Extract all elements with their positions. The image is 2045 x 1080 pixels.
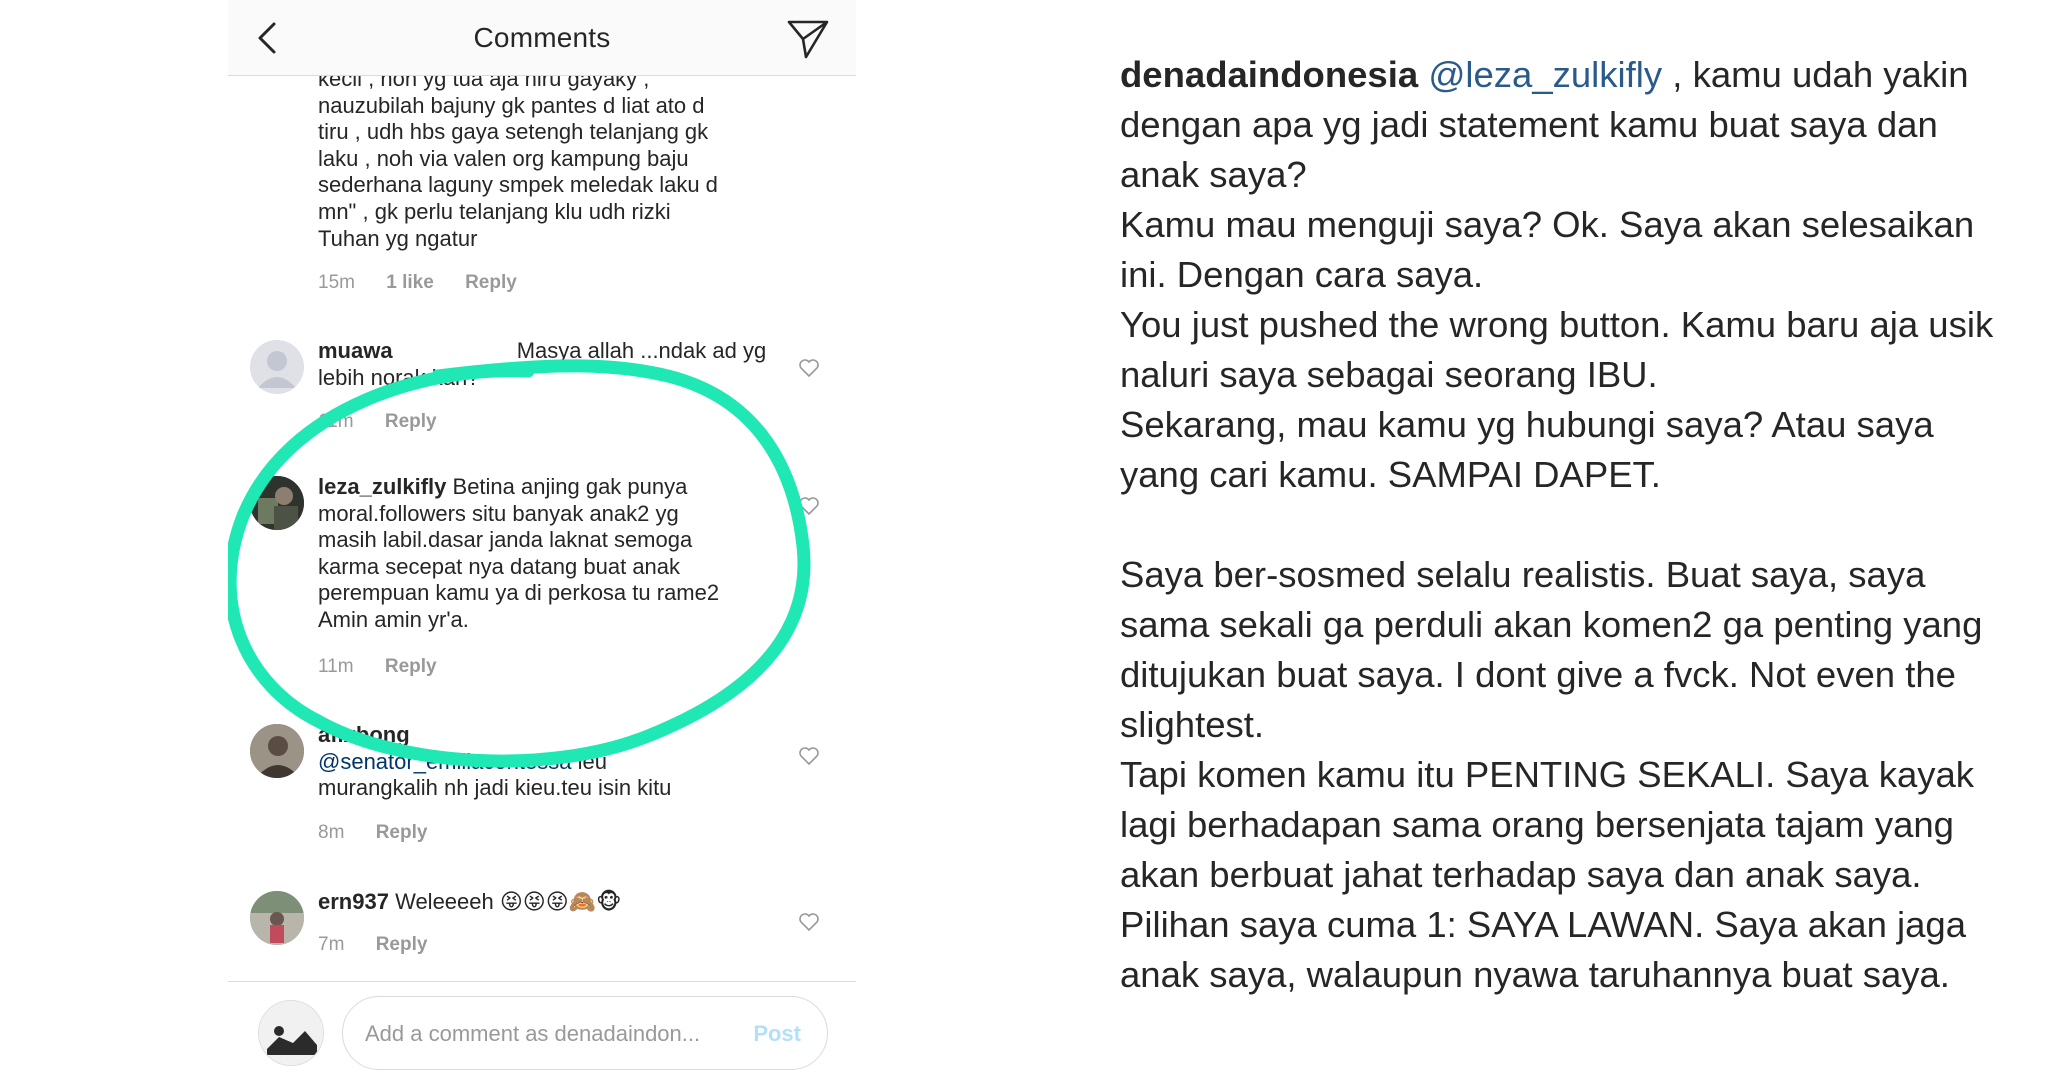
comment-meta: 7m Reply xyxy=(318,934,427,956)
caption-username[interactable]: denadaindonesia xyxy=(1120,54,1418,95)
heart-icon[interactable] xyxy=(798,358,820,378)
mention-link[interactable]: @senator_emiliacontessa xyxy=(318,749,571,774)
avatar[interactable] xyxy=(250,891,304,945)
reply-button[interactable]: Reply xyxy=(376,822,428,844)
caption-line: Pilihan saya cuma 1: SAYA LAWAN. Saya ak… xyxy=(1120,904,1967,945)
heart-icon[interactable] xyxy=(798,912,820,932)
avatar xyxy=(258,1000,324,1066)
comment-meta: 11m Reply xyxy=(318,656,437,678)
comment-likes[interactable]: 1 like xyxy=(386,272,434,294)
caption-line: You just pushed the wrong button. Kamu b… xyxy=(1120,304,1994,345)
comment-username[interactable]: ern937 xyxy=(318,889,389,914)
comments-list: kecil , noh yg tua aja niru gayaky , nau… xyxy=(228,76,856,981)
comment-text: leza_zulkifly Betina anjing gak punya mo… xyxy=(318,474,720,632)
comment-input[interactable]: Add a comment as denadaindon... Post xyxy=(342,996,828,1070)
user-photo-icon xyxy=(250,891,304,945)
divider xyxy=(228,981,856,982)
caption-line: Saya ber-sosmed selalu realistis. Buat s… xyxy=(1120,554,1926,595)
avatar[interactable] xyxy=(250,724,304,778)
paper-plane-icon[interactable] xyxy=(786,18,830,60)
instagram-comments-screen: Comments kecil , noh yg tua aja niru gay… xyxy=(228,0,856,1080)
comment-meta: 11m Reply xyxy=(318,411,437,433)
comments-header: Comments xyxy=(228,0,856,76)
caption-line: anak saya, walaupun nyawa taruhannya bua… xyxy=(1120,954,1950,995)
caption-line: Kamu mau menguji saya? Ok. Saya akan sel… xyxy=(1120,204,1975,245)
comment-meta: 15m 1 like Reply xyxy=(318,272,517,294)
reply-button[interactable]: Reply xyxy=(376,934,428,956)
post-button[interactable]: Post xyxy=(753,1021,801,1047)
comment-username[interactable]: muawa xyxy=(318,338,393,363)
user-photo-icon xyxy=(259,1001,323,1065)
caption-line: akan berbuat jahat terhadap saya dan ana… xyxy=(1120,854,1922,895)
comment-text: muawa Masya allah ...ndak ad yg lebih no… xyxy=(318,338,767,390)
caption-line: sama sekali ga perduli akan komen2 ga pe… xyxy=(1120,604,1983,645)
caption-line: yang cari kamu. SAMPAI DAPET. xyxy=(1120,454,1661,495)
avatar[interactable] xyxy=(250,476,304,530)
reply-button[interactable]: Reply xyxy=(385,656,437,678)
heart-icon[interactable] xyxy=(798,746,820,766)
comment-username[interactable]: leza_zulkifly xyxy=(318,474,446,499)
caption-line: lagi berhadapan sama orang bersenjata ta… xyxy=(1120,804,1954,845)
comment-time: 8m xyxy=(318,822,345,843)
user-photo-icon xyxy=(250,724,304,778)
user-photo-icon xyxy=(250,476,304,530)
comment-time: 7m xyxy=(318,934,345,955)
default-avatar-icon xyxy=(250,340,304,394)
comment-time: 11m xyxy=(318,411,354,432)
heart-icon[interactable] xyxy=(798,496,820,516)
caption-line: Sekarang, mau kamu yg hubungi saya? Atau… xyxy=(1120,404,1934,445)
caption-line: slightest. xyxy=(1120,704,1265,745)
caption-line: naluri saya sebagai seorang IBU. xyxy=(1120,354,1658,395)
comment-time: 11m xyxy=(318,656,354,677)
caption-line: Tapi komen kamu itu PENTING SEKALI. Saya… xyxy=(1120,754,1975,795)
caption-line: ditujukan buat saya. I dont give a fvck.… xyxy=(1120,654,1956,695)
caption-mention[interactable]: @leza_zulkifly xyxy=(1428,54,1662,95)
page-title: Comments xyxy=(473,22,611,53)
avatar[interactable] xyxy=(250,340,304,394)
comment-text: ern937 Weleeeeh 😝😝😝🙈🐵 xyxy=(318,889,622,914)
comment-meta: 8m Reply xyxy=(318,822,427,844)
reply-button[interactable]: Reply xyxy=(385,411,437,433)
reply-button[interactable]: Reply xyxy=(465,272,517,294)
caption-line: ini. Dengan cara saya. xyxy=(1120,254,1484,295)
comment-text: afixbong @senator_emiliacontessa ieu mur… xyxy=(318,722,672,801)
caption-text: denadaindonesia @leza_zulkifly , kamu ud… xyxy=(1120,50,2020,1000)
comment-text: kecil , noh yg tua aja niru gayaky , nau… xyxy=(318,76,718,251)
comment-input-placeholder: Add a comment as denadaindon... xyxy=(365,1021,701,1046)
comment-time: 15m xyxy=(318,272,355,293)
comment-username[interactable]: afixbong xyxy=(318,722,410,747)
caption-line: anak saya? xyxy=(1120,154,1307,195)
caption-line: dengan apa yg jadi statement kamu buat s… xyxy=(1120,104,1938,145)
